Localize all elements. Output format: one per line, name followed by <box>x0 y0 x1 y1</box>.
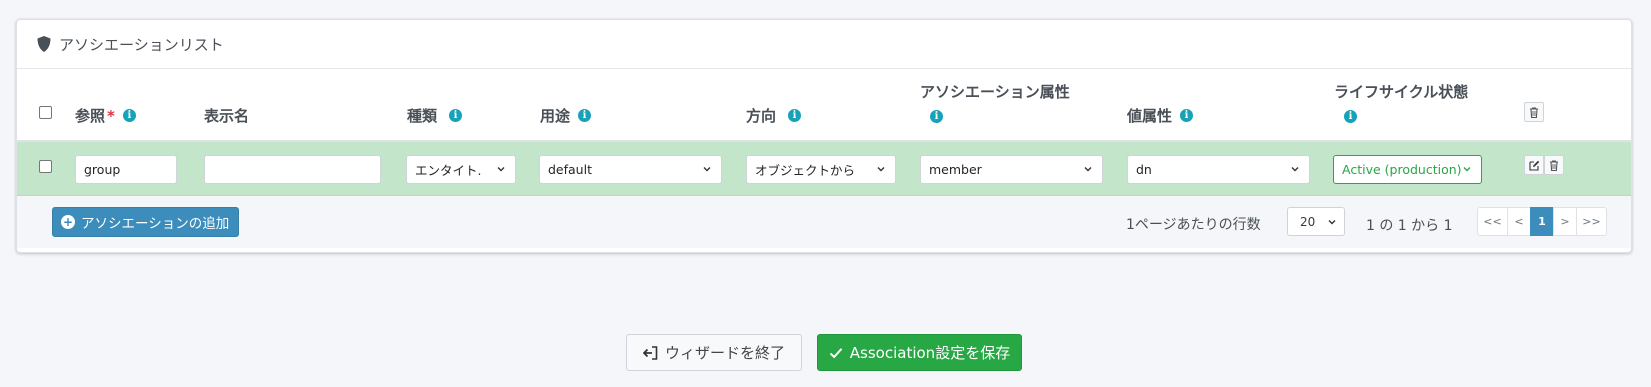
association-attribute-value: member <box>929 162 982 177</box>
add-association-label: アソシエーションの追加 <box>81 216 230 232</box>
column-label: 値属性 <box>1127 107 1173 125</box>
chevron-down-icon <box>1291 167 1299 172</box>
direction-select[interactable]: オブジェクトから <box>746 155 896 184</box>
add-association-button[interactable]: + アソシエーションの追加 <box>52 207 240 237</box>
column-header-lifecycle-state: ライフサイクル状態 <box>1334 81 1468 102</box>
plus-circle-icon: + <box>61 215 75 229</box>
pagination-range: 1 の 1 から 1 <box>1366 218 1453 234</box>
kind-value: エンタイト. <box>415 163 482 178</box>
value-attribute-select[interactable]: dn <box>1127 155 1310 184</box>
association-attribute-select[interactable]: member <box>920 155 1103 184</box>
chevron-down-icon <box>703 167 711 172</box>
column-label: 参照 <box>75 107 106 125</box>
edit-icon <box>1528 160 1539 171</box>
trash-icon <box>1550 159 1558 171</box>
page-last-button[interactable]: >> <box>1576 207 1607 236</box>
exit-wizard-label: ウィザードを終了 <box>664 344 785 362</box>
column-label: 用途 <box>540 107 571 125</box>
select-all-checkbox[interactable] <box>39 106 52 119</box>
direction-value: オブジェクトから <box>755 163 856 178</box>
chevron-down-icon <box>877 167 885 172</box>
column-header-value-attribute: 値属性 i <box>1127 105 1194 126</box>
column-label: 方向 <box>746 107 777 125</box>
card-header: アソシエーションリスト <box>17 20 1631 69</box>
info-icon[interactable]: i <box>788 109 802 122</box>
lifecycle-state-value: Active (production) <box>1342 162 1462 177</box>
chevron-down-icon <box>1328 220 1336 225</box>
page-current-button[interactable]: 1 <box>1530 207 1554 236</box>
table-header: 参照 * i 表示名 種類 i 用途 i 方向 i アソシエーション属性 i 値… <box>17 69 1631 142</box>
table-row: group エンタイト. default オブジェクトから member dn … <box>17 142 1631 196</box>
row-select-checkbox[interactable] <box>39 160 52 173</box>
check-icon <box>829 347 843 358</box>
rows-per-page-select[interactable]: 20 <box>1287 207 1345 236</box>
pagination: << < 1 > >> <box>1477 207 1607 236</box>
card-title: アソシエーションリスト <box>59 35 224 54</box>
delete-row-button[interactable] <box>1544 155 1564 175</box>
page-next-button[interactable]: > <box>1553 207 1577 236</box>
save-association-label: Association設定を保存 <box>849 344 1011 362</box>
column-label: 種類 <box>407 107 438 125</box>
column-header-direction: 方向 i <box>746 105 802 126</box>
shield-icon <box>37 36 51 52</box>
rows-per-page-label: 1ページあたりの行数 <box>1126 217 1261 233</box>
page-first-button[interactable]: << <box>1477 207 1508 236</box>
value-attribute-value: dn <box>1136 162 1152 177</box>
intent-select[interactable]: default <box>539 155 722 184</box>
column-header-intent: 用途 i <box>540 105 592 126</box>
column-header-display-name: 表示名 <box>204 105 249 126</box>
chevron-down-icon <box>1463 167 1471 172</box>
column-label: 表示名 <box>204 107 250 125</box>
lifecycle-state-select[interactable]: Active (production) <box>1333 155 1482 184</box>
table-footer: + アソシエーションの追加 1ページあたりの行数 20 1 の 1 から 1 <… <box>17 196 1631 248</box>
info-icon[interactable]: i <box>122 109 136 122</box>
rows-per-page-value: 20 <box>1300 214 1316 229</box>
info-icon[interactable]: i <box>930 110 943 123</box>
save-association-button[interactable]: Association設定を保存 <box>817 334 1022 371</box>
column-header-association-attribute: アソシエーション属性 <box>920 81 1070 102</box>
page-prev-button[interactable]: < <box>1507 207 1531 236</box>
reference-value: group <box>84 162 121 177</box>
edit-row-button[interactable] <box>1524 155 1544 175</box>
column-header-kind: 種類 i <box>407 105 463 126</box>
reference-input[interactable]: group <box>75 155 177 184</box>
display-name-input[interactable] <box>204 155 381 184</box>
chevron-down-icon <box>1084 167 1092 172</box>
trash-icon <box>1530 106 1538 118</box>
delete-selected-button[interactable] <box>1524 102 1544 122</box>
info-icon[interactable]: i <box>449 109 463 122</box>
column-header-reference: 参照 * i <box>75 105 136 126</box>
sign-out-icon <box>642 345 658 360</box>
required-mark: * <box>107 106 115 125</box>
exit-wizard-button[interactable]: ウィザードを終了 <box>626 334 802 371</box>
kind-select[interactable]: エンタイト. <box>406 155 516 184</box>
intent-value: default <box>548 162 592 177</box>
column-label: ライフサイクル状態 <box>1334 83 1469 101</box>
info-icon[interactable]: i <box>578 109 592 122</box>
chevron-down-icon <box>497 167 505 172</box>
association-list-card: アソシエーションリスト 参照 * i 表示名 種類 i 用途 i 方向 i アソ… <box>16 19 1632 253</box>
info-icon[interactable]: i <box>1180 109 1194 122</box>
column-label: アソシエーション属性 <box>920 83 1070 101</box>
info-icon[interactable]: i <box>1344 110 1357 123</box>
